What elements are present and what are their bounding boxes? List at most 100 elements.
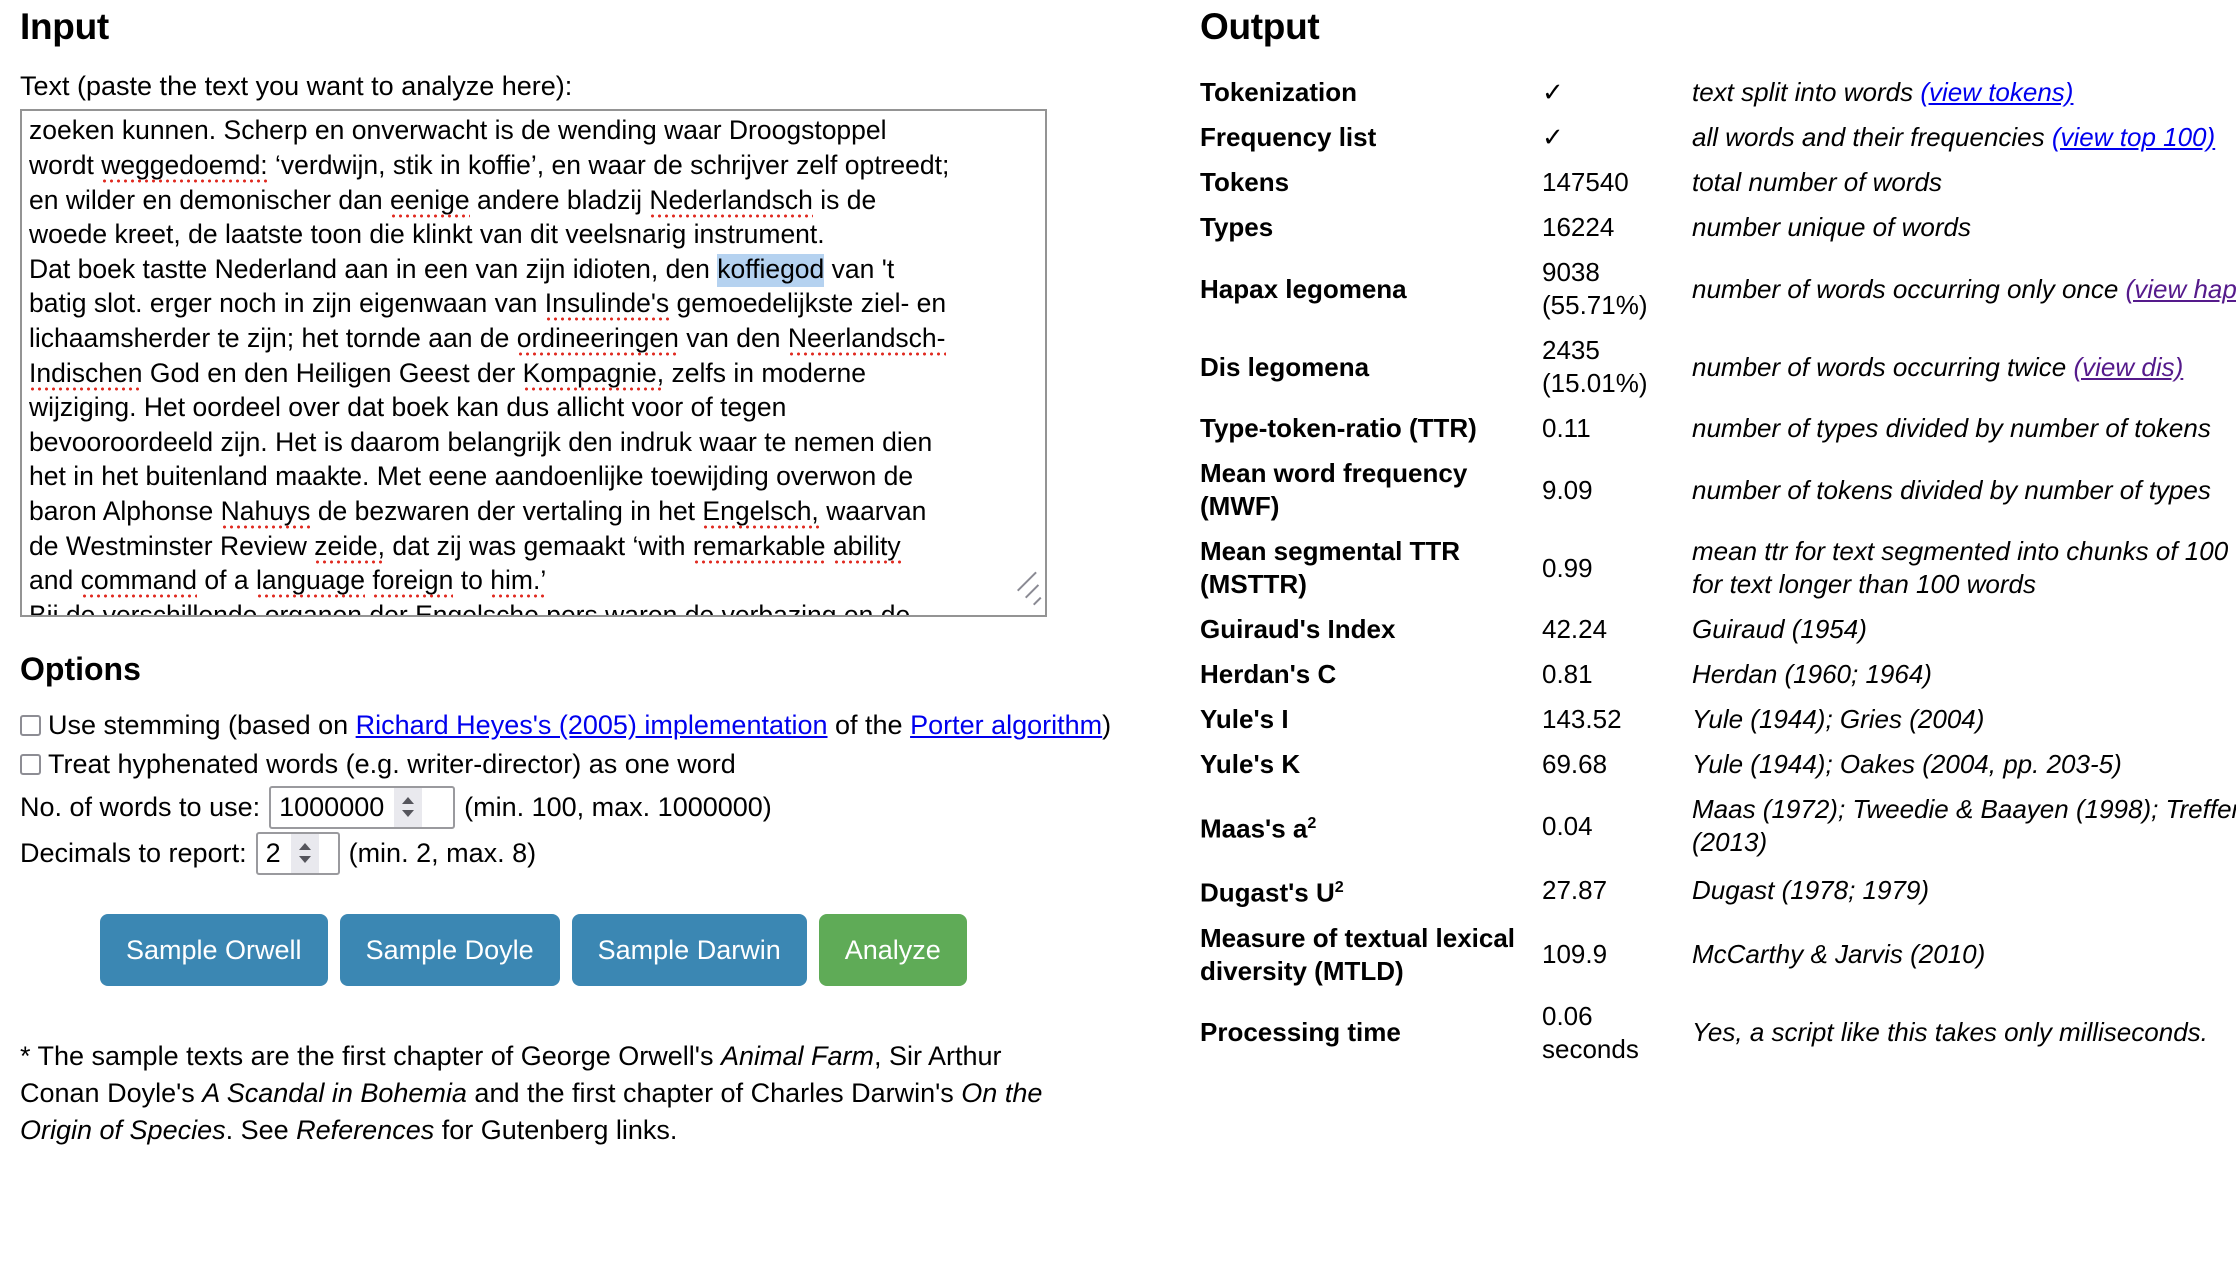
input-section-title: Input [20,6,109,47]
richard-heyes-implementation-link[interactable]: Richard Heyes's (2005) implementation [356,710,828,740]
sample-orwell-button[interactable]: Sample Orwell [100,914,328,987]
words-to-use-value: 1000000 [279,791,385,822]
stat-description: number of tokens divided by number of ty… [1692,474,2211,505]
stat-description: all words and their frequencies (view to… [1692,122,2216,152]
view-top-100-link[interactable]: (view top 100) [2052,122,2215,152]
footnote-part-1: * The sample texts are the first chapter… [20,1041,721,1072]
table-row: Mean segmental TTR (MSTTR) 0.99 mean ttr f… [1200,529,2236,607]
stat-label: Processing time [1200,1017,1401,1048]
stat-description: number of types divided by number of tok… [1692,413,2211,443]
stat-label: Yule's K [1200,749,1301,779]
table-row: Dis legomena 2435 (15.01%) number of words… [1200,328,2236,406]
sample-darwin-button[interactable]: Sample Darwin [571,914,807,987]
textarea-line: and command of a language foreign to him… [29,563,1039,599]
stat-description: text split into words (view tokens) [1692,77,2074,107]
stat-value: ✓ [1542,77,1564,107]
words-to-use-row: No. of words to use: 1000000 (min. 100, … [20,784,1190,830]
decimals-label: Decimals to report: [20,838,247,869]
table-row: Tokenization ✓ text split into words (view… [1200,70,2236,115]
stat-description: total number of words [1692,167,1943,197]
textarea-line: bevooroordeeld zijn. Het is daarom belan… [29,426,933,457]
textarea-label: Text (paste the text you want to analyze… [20,71,573,101]
stat-label: Frequency list [1200,122,1377,152]
stat-description: number of words occurring twice (view di… [1692,351,2184,382]
decimals-hint: (min. 2, max. 8) [348,838,537,869]
chevron-up-icon[interactable] [402,797,415,805]
stat-value: 0.04 [1542,810,1593,841]
stat-label: Mean word frequency (MWF) [1200,458,1468,521]
stat-description: McCarthy & Jarvis (2010) [1692,939,1986,970]
stat-label: Yule's I [1200,704,1289,734]
table-row: Processing time 0.06 seconds Yes, a script… [1200,994,2236,1072]
textarea-line: de Westminster Review zeide, dat zij was… [29,529,1039,564]
footnote-part-3: and the first chapter of Charles Darwin'… [466,1078,962,1109]
view-dis-link[interactable]: (view dis) [2073,352,2183,382]
stat-value: 143.52 [1542,704,1622,734]
decimals-stepper[interactable]: 2 [255,831,340,875]
textarea-content: zoeken kunnen. Scherp en onverwacht is d… [29,113,1039,616]
stat-description: Yes, a script like this takes only milli… [1692,1017,2208,1048]
analyze-button[interactable]: Analyze [818,914,967,987]
textarea-line: Indischen God en den Heiligen Geest der … [29,356,1039,391]
footnote-part-5: for Gutenberg links. [434,1115,678,1146]
textarea-line: baron Alphonse Nahuys de bezwaren der ve… [29,494,1039,529]
table-row: Yule's K 69.68 Yule (1944); Oakes (2004, p… [1200,742,2236,787]
words-to-use-spinner-arrows[interactable] [394,787,423,827]
stat-description: Herdan (1960; 1964) [1692,659,1932,689]
view-hapax-link[interactable]: (view hapax) [2126,274,2236,304]
textarea-line: batig slot. erger noch in zijn eigenwaan… [29,286,1039,322]
page-root: Input Text (paste the text you want to a… [0,0,2236,1286]
treat-hyphenated-label: Treat hyphenated words (e.g. writer-dire… [48,749,736,780]
table-row: Hapax legomena 9038 (55.71%) number of wor… [1200,250,2236,328]
textarea-line: lichaamsherder te zijn; het tornde aan d… [29,321,1039,356]
text-input-textarea[interactable]: zoeken kunnen. Scherp en onverwacht is d… [20,109,1047,618]
textarea-line: het in het buitenland maakte. Met eene a… [29,461,914,492]
use-stemming-suffix: ) [1102,710,1112,741]
words-to-use-label: No. of words to use: [20,792,261,823]
stat-value: 147540 [1542,167,1629,197]
footnote-references: References [296,1115,435,1146]
output-stats-table: Tokenization ✓ text split into words (view… [1200,70,2236,1072]
option-hyphenated-row: Treat hyphenated words (e.g. writer-dire… [20,745,1190,784]
superscript: 2 [1307,813,1317,832]
selected-text: koffiegod [717,253,825,287]
stat-value: ✓ [1542,122,1564,152]
decimals-spinner-arrows[interactable] [290,833,319,873]
stat-value: 0.81 [1542,659,1593,689]
table-row: Mean word frequency (MWF) 9.09 number of t… [1200,451,2236,529]
action-buttons-row: Sample Orwell Sample Doyle Sample Darwin An… [100,914,1190,987]
stat-label: Guiraud's Index [1200,614,1396,644]
porter-algorithm-link[interactable]: Porter algorithm [910,710,1102,740]
textarea-line: woede kreet, de laatste toon die klinkt … [29,219,825,250]
textarea-line: wordt weggedoemd: ‘verdwijn, stik in kof… [29,148,1039,183]
stat-value: 69.68 [1542,749,1608,779]
sample-doyle-button[interactable]: Sample Doyle [339,914,560,987]
stat-value: 109.9 [1542,939,1608,970]
stat-label: Measure of textual lexical diversity (MT… [1200,922,1516,986]
stat-value: 9038 (55.71%) [1542,257,1648,320]
table-row: Herdan's C 0.81 Herdan (1960; 1964) [1200,652,2236,697]
table-row: Maas's a2 0.04 Maas (1972); Tweedie & Baay… [1200,787,2236,865]
words-to-use-hint: (min. 100, max. 1000000) [464,792,772,823]
treat-hyphenated-checkbox[interactable] [20,754,41,776]
stat-description: Dugast (1978; 1979) [1692,874,1930,905]
textarea-line: wijziging. Het oordeel over dat boek kan… [29,392,787,423]
chevron-down-icon[interactable] [298,856,311,864]
stat-value: 0.99 [1542,552,1593,583]
decimals-value: 2 [265,837,281,868]
input-panel: Input Text (paste the text you want to a… [0,0,1190,1286]
table-row: Guiraud's Index 42.24 Guiraud (1954) [1200,607,2236,652]
words-to-use-stepper[interactable]: 1000000 [269,785,456,829]
stat-description: Guiraud (1954) [1692,614,1867,644]
output-panel: Output Tokenization ✓ text split into word… [1190,0,2236,1286]
chevron-up-icon[interactable] [298,843,311,851]
chevron-down-icon[interactable] [402,810,415,818]
stat-label: Dis legomena [1200,351,1370,382]
stat-value: 16224 [1542,212,1615,242]
stat-label: Dugast's U2 [1200,877,1344,908]
superscript: 2 [1334,878,1344,896]
view-tokens-link[interactable]: (view tokens) [1920,77,2073,107]
stat-label: Maas's a2 [1200,813,1317,844]
stat-value: 42.24 [1542,614,1608,644]
use-stemming-checkbox[interactable] [20,715,41,737]
